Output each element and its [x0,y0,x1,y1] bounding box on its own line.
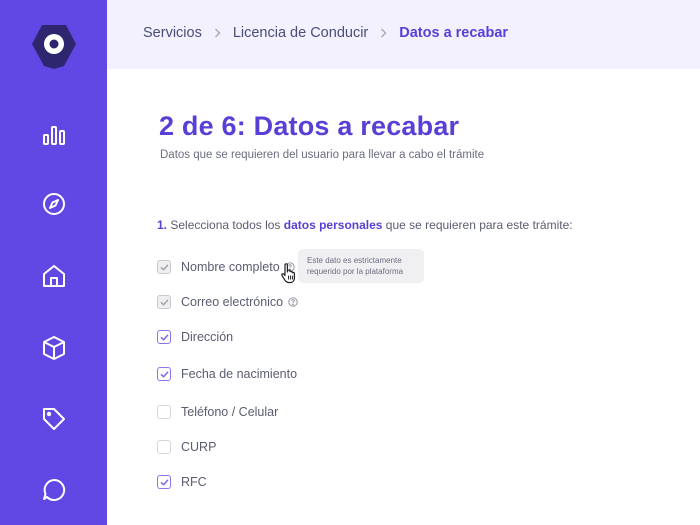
checkbox-nombre-completo[interactable] [157,260,171,274]
option-label: RFC [181,475,207,489]
checkbox-curp[interactable] [157,440,171,454]
checkbox-direccion[interactable] [157,330,171,344]
breadcrumb: Servicios Licencia de Conducir Datos a r… [143,25,508,41]
option-label: Teléfono / Celular [181,405,279,419]
home-icon[interactable] [40,262,68,290]
chat-icon[interactable] [40,476,68,504]
option-label: Nombre completo [181,260,280,274]
option-telefono: Teléfono / Celular [157,405,278,419]
question-highlight: datos personales [283,218,383,232]
chevron-right-icon [214,28,221,38]
option-correo: Correo electrónico [157,295,298,309]
question-pre: Selecciona todos los [167,218,284,232]
question-number: 1. [157,218,168,232]
help-icon[interactable] [288,297,298,307]
logo-icon[interactable] [31,22,77,70]
page-title: 2 de 6: Datos a recabar [159,111,460,141]
breadcrumb-servicios[interactable]: Servicios [143,25,202,41]
box-icon[interactable] [40,334,68,362]
check-icon [160,479,168,485]
tooltip: Este dato es estrictamente requerido por… [298,249,424,283]
check-icon [160,371,168,377]
breadcrumb-current: Datos a recabar [399,25,509,41]
top-bar: Servicios Licencia de Conducir Datos a r… [107,0,700,69]
question-text: 1. Selecciona todos los datos personales… [157,218,573,232]
checkbox-correo[interactable] [157,295,171,309]
page-subtitle: Datos que se requieren del usuario para … [160,149,485,161]
chart-icon[interactable] [40,121,68,149]
option-nombre-completo: Nombre completo [157,260,295,274]
option-curp: CURP [157,440,216,454]
compass-icon[interactable] [40,190,68,218]
checkbox-telefono[interactable] [157,405,171,419]
option-label: CURP [181,440,217,454]
option-label: Fecha de nacimiento [181,367,298,381]
check-icon [160,299,168,305]
tooltip-line-2: requerido por la plataforma [307,267,404,276]
question-post: que se requieren para este trámite: [382,218,573,232]
sidebar [0,0,107,525]
checkbox-fecha-nacimiento[interactable] [157,367,171,381]
tooltip-line-1: Este dato es estrictamente [307,256,402,265]
option-label: Correo electrónico [181,295,284,309]
tag-icon[interactable] [40,405,68,433]
checkbox-rfc[interactable] [157,475,171,489]
option-direccion: Dirección [157,330,233,344]
option-fecha-nacimiento: Fecha de nacimiento [157,367,297,381]
breadcrumb-licencia[interactable]: Licencia de Conducir [233,25,368,41]
chevron-right-icon [380,28,387,38]
option-rfc: RFC [157,475,207,489]
hand-cursor-icon [281,263,296,284]
check-icon [160,264,168,270]
check-icon [160,334,168,340]
option-label: Dirección [181,330,234,344]
